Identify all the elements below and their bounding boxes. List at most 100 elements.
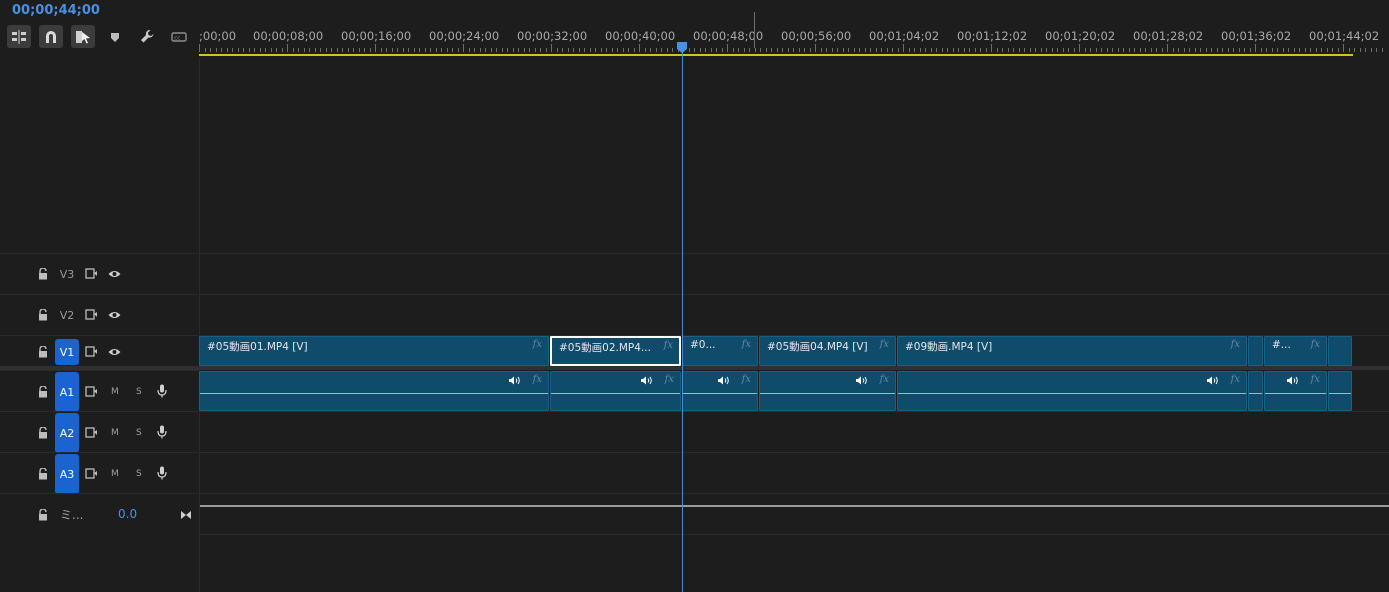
audio-clip[interactable] [1328, 371, 1352, 411]
ruler-tick [331, 48, 332, 52]
fx-badge[interactable]: fx [533, 374, 542, 385]
solo-button[interactable]: S [136, 428, 142, 438]
lock-open-icon[interactable] [38, 468, 48, 480]
microphone-icon[interactable] [157, 466, 167, 480]
fx-badge[interactable]: fx [665, 374, 674, 385]
track-label-v3[interactable]: V3 [55, 265, 79, 283]
fx-badge[interactable]: fx [1311, 339, 1320, 350]
video-clip[interactable]: #05動画01.MP4 [V] fx [199, 336, 549, 366]
ruler-tick [1101, 48, 1102, 52]
track-label-v1[interactable]: V1 [55, 339, 79, 365]
video-clip[interactable] [1248, 336, 1263, 366]
track-header-a3: A3 M S [0, 452, 198, 494]
clip-name: #... [1272, 339, 1291, 351]
snap-button[interactable] [39, 25, 63, 48]
linked-selection-button[interactable] [71, 25, 95, 48]
audio-waveform-line [1249, 393, 1262, 394]
ruler-tick [1178, 48, 1179, 52]
fx-badge[interactable]: fx [880, 374, 889, 385]
ruler-tick [1145, 48, 1146, 52]
fx-badge[interactable]: fx [742, 339, 751, 350]
audio-clip[interactable]: fx [550, 371, 681, 411]
lock-open-icon[interactable] [38, 386, 48, 398]
ruler-tick [1222, 48, 1223, 52]
lane-v3[interactable] [199, 253, 1389, 295]
ruler-label: 00;00;48;00 [693, 29, 764, 43]
ruler-label: 00;00;40;00 [605, 29, 676, 43]
sync-lock-icon[interactable] [85, 427, 98, 438]
eye-icon[interactable] [108, 347, 121, 357]
ruler-tick [1315, 48, 1317, 52]
add-marker-button[interactable] [103, 25, 127, 48]
video-clip[interactable] [1328, 336, 1352, 366]
lock-open-icon[interactable] [38, 509, 48, 521]
audio-clip[interactable]: fx [897, 371, 1247, 411]
track-label-v2[interactable]: V2 [55, 306, 79, 324]
fx-badge[interactable]: fx [1231, 374, 1240, 385]
lock-open-icon[interactable] [38, 309, 48, 321]
ruler-tick [1029, 48, 1031, 52]
ruler-tick [930, 48, 932, 52]
ruler-tick [815, 44, 816, 52]
time-ruler[interactable]: ;00;00 00;00;08;00 00;00;16;00 00;00;24;00 0… [199, 12, 1389, 58]
microphone-icon[interactable] [157, 425, 167, 439]
mute-button[interactable]: M [111, 428, 119, 438]
fx-badge[interactable]: fx [742, 374, 751, 385]
track-label-a3[interactable]: A3 [55, 454, 79, 494]
track-label-a1[interactable]: A1 [55, 372, 79, 412]
current-timecode[interactable]: 00;00;44;00 [12, 3, 100, 18]
solo-button[interactable]: S [136, 469, 142, 479]
sync-lock-icon[interactable] [85, 346, 98, 357]
mute-button[interactable]: M [111, 387, 119, 397]
ruler-tick [793, 48, 794, 52]
audio-clip[interactable]: fx [1264, 371, 1327, 411]
video-clip[interactable]: #... fx [1264, 336, 1327, 366]
lock-open-icon[interactable] [38, 268, 48, 280]
video-clip[interactable]: #0... fx [682, 336, 758, 366]
fx-badge[interactable]: fx [664, 340, 673, 351]
lane-v2[interactable] [199, 294, 1389, 336]
mute-button[interactable]: M [111, 469, 119, 479]
ruler-tick [1156, 48, 1157, 52]
captions-button[interactable]: cc [167, 25, 191, 48]
video-clip[interactable]: #05動画04.MP4 [V] fx [759, 336, 896, 366]
insert-sequence-button[interactable] [7, 25, 31, 48]
solo-button[interactable]: S [136, 387, 142, 397]
ruler-tick [1150, 48, 1152, 52]
lock-open-icon[interactable] [38, 427, 48, 439]
audio-clip[interactable] [1248, 371, 1263, 411]
playhead-line[interactable] [682, 52, 683, 592]
work-area-bar[interactable] [199, 54, 1353, 56]
audio-clip[interactable]: fx [759, 371, 896, 411]
lane-master[interactable] [199, 493, 1389, 535]
ruler-tick [232, 48, 233, 52]
lane-a3[interactable] [199, 452, 1389, 494]
wrench-settings-icon [140, 30, 153, 43]
ruler-tick [1007, 48, 1009, 52]
fx-badge[interactable]: fx [880, 339, 889, 350]
sync-lock-icon[interactable] [85, 268, 98, 279]
track-label-a2[interactable]: A2 [55, 413, 79, 453]
sync-lock-icon[interactable] [85, 386, 98, 397]
video-clip[interactable]: #05動画02.MP4... fx [550, 336, 681, 366]
timeline-settings-button[interactable] [135, 25, 159, 48]
lane-a2[interactable] [199, 411, 1389, 453]
fx-badge[interactable]: fx [1231, 339, 1240, 350]
eye-icon[interactable] [108, 310, 121, 320]
ruler-label: 00;01;44;02 [1309, 29, 1380, 43]
eye-icon[interactable] [108, 269, 121, 279]
audio-clip[interactable]: fx [199, 371, 549, 411]
go-to-next-keyframe-icon[interactable] [180, 510, 192, 520]
master-track-name[interactable]: ミ... [60, 506, 83, 523]
lock-open-icon[interactable] [38, 346, 48, 358]
fx-badge[interactable]: fx [533, 339, 542, 350]
clip-name: #05動画02.MP4... [559, 342, 651, 354]
microphone-icon[interactable] [157, 384, 167, 398]
sync-lock-icon[interactable] [85, 468, 98, 479]
video-clip[interactable]: #09動画.MP4 [V] fx [897, 336, 1247, 366]
sync-lock-icon[interactable] [85, 309, 98, 320]
audio-clip[interactable]: fx [682, 371, 758, 411]
ruler-tick [809, 48, 811, 52]
fx-badge[interactable]: fx [1311, 374, 1320, 385]
master-volume-value[interactable]: 0.0 [118, 507, 137, 521]
